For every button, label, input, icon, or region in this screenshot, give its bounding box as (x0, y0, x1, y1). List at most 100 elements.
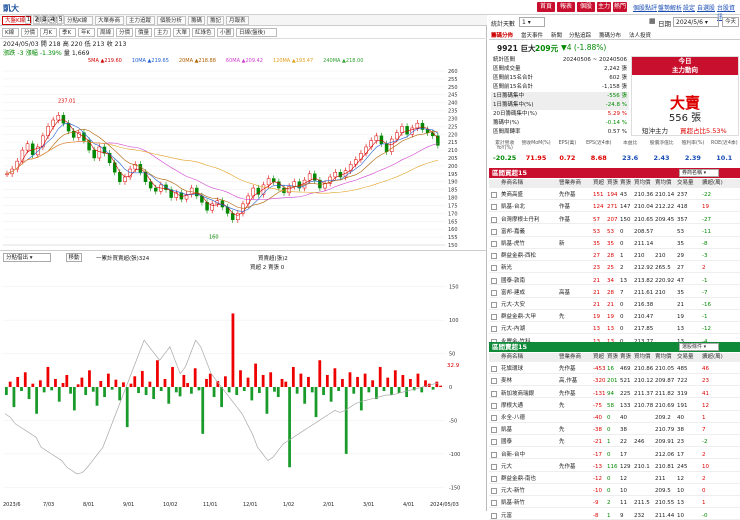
table-row[interactable]: 元大-內湖 13 13 0 217.85 13 -12 (489, 325, 740, 335)
chart-subtab-12[interactable]: 日線(盤後) (236, 28, 277, 37)
right-tab-0[interactable]: 籌碼分佈 (491, 31, 513, 39)
chart-subtab-9[interactable]: 大單 (173, 28, 190, 37)
row-checkbox[interactable] (491, 378, 497, 385)
table-row[interactable]: 新加坡商瑞銀 先作基 -131 94 225 211.37 211.82 319 41 (489, 390, 740, 399)
row-checkbox[interactable] (491, 277, 497, 284)
row-checkbox[interactable] (491, 216, 497, 223)
right-tab-1[interactable]: 當天事件 (521, 31, 543, 39)
chart-tab-5[interactable]: 個股分析 (157, 16, 186, 25)
table-row[interactable]: 新光 23 25 2 212.92 265.5 27 2 (489, 264, 740, 274)
table-row[interactable]: 花旗環球 先作基 -453 16 469 210.86 210.05 485 46 (489, 365, 740, 374)
row-checkbox[interactable] (491, 500, 497, 507)
link-review[interactable]: 個股點評 (633, 3, 657, 12)
row-checkbox[interactable] (491, 241, 497, 247)
row-checkbox[interactable] (491, 439, 497, 446)
table-row[interactable]: 元大-新竹 -10 0 10 209.5 10 0 (489, 487, 740, 496)
link-settings[interactable]: 設定 (683, 3, 695, 12)
table-row[interactable]: 凱基-新竹 -9 2 11 211.5 210.55 13 1 (489, 499, 740, 509)
sell-filter-select[interactable]: 選股條件 ▾ (679, 343, 719, 351)
chart-tab-4[interactable]: 主力追蹤 (126, 16, 155, 25)
table-row[interactable]: 國泰先 -21 1 22 246 209.91 23 -2 (489, 438, 740, 448)
page-2[interactable]: 2 (33, 15, 40, 24)
table-row[interactable]: 麥林 高,作基 -320 201 521 210.12 209.87 722 23 (489, 377, 740, 387)
hot-button[interactable]: 熱門 (613, 2, 627, 12)
link-watchlist[interactable]: 自選股 (697, 3, 715, 12)
page-5[interactable]: 5 (57, 15, 64, 24)
row-checkbox[interactable] (491, 427, 497, 434)
chart-subtab-8[interactable]: 主力 (154, 28, 171, 37)
chart-subtab-7[interactable]: 價量 (135, 28, 152, 37)
today-button[interactable]: 今天 (722, 17, 739, 27)
row-checkbox[interactable] (491, 512, 497, 519)
table-row[interactable]: 富邦-建成 高基 21 28 7 211.61 210 35 -7 (489, 289, 740, 298)
table-row[interactable]: 美商高盛 先作基 151 194 43 210.36 210.14 237 -22 (489, 191, 740, 200)
table-row[interactable]: 元富 -8 1 9 232 211.44 10 -0 (489, 512, 740, 520)
main-force-button[interactable]: 主力 (597, 2, 611, 12)
row-checkbox[interactable] (491, 402, 497, 409)
table-row[interactable]: 元大 先作基 -13 116 129 210.1 210.81 245 10 (489, 463, 740, 472)
right-tab-4[interactable]: 籌碼分布 (599, 31, 621, 39)
stat-days-select[interactable]: 1 ▾ (519, 17, 545, 27)
chart-subtab-2[interactable]: 月K (40, 28, 57, 37)
row-checkbox[interactable] (491, 390, 497, 397)
row-checkbox[interactable] (491, 476, 497, 482)
page-4[interactable]: 4 (49, 15, 56, 24)
date-input[interactable]: 2024/5/6 ▾ (673, 17, 719, 27)
chart-subtab-1[interactable]: 分價 (21, 28, 38, 37)
row-checkbox[interactable] (491, 415, 497, 421)
broker-select[interactable]: 分點借出 ▾ (3, 253, 51, 262)
buy-sort-select[interactable]: 券商名稱 ▾ (679, 169, 719, 177)
table-row[interactable]: 國泰-敦南 21 34 13 213.82 220.92 47 -1 (489, 277, 740, 286)
link-market[interactable]: 盤勢解析 (658, 3, 682, 12)
chart-subtab-5[interactable]: 周線 (97, 28, 114, 37)
chart-subtab-10[interactable]: 紅綠色 (192, 28, 215, 37)
report-button[interactable]: 報表 (557, 2, 575, 12)
row-checkbox[interactable] (491, 265, 497, 272)
page-3[interactable]: 3 (41, 15, 48, 24)
right-tab-5[interactable]: 法人投資 (629, 31, 651, 39)
row-checkbox[interactable] (491, 366, 497, 373)
table-row[interactable]: 凱基-台北 作基 124 271 147 210.04 212.22 418 19 (489, 203, 740, 213)
chart-subtab-11[interactable]: 小圖 (217, 28, 234, 37)
table-row[interactable]: 凱基-虎竹新 35 35 0 211.14 35 -8 (489, 240, 740, 249)
chart-tab-2[interactable]: 分點K線 (64, 16, 93, 25)
row-checkbox[interactable] (491, 451, 497, 458)
table-row[interactable]: 台新-台中 -17 0 17 212.06 17 2 (489, 451, 740, 460)
table-row[interactable]: 永全-八德 -40 0 40 209.2 40 1 (489, 414, 740, 423)
chart-subtab-6[interactable]: 分價 (116, 28, 133, 37)
chip-bar (405, 387, 409, 398)
chart-tab-8[interactable]: 月報表 (226, 16, 249, 25)
table-row[interactable]: 富邦-嘉義 53 53 0 208.57 53 -11 (489, 228, 740, 237)
right-tab-2[interactable]: 新聞 (551, 31, 562, 39)
table-row[interactable]: 元大-大安 21 21 0 216.38 21 -16 (489, 301, 740, 310)
table-row[interactable]: 群益金鼎-大甲先 19 19 0 210.47 19 -1 (489, 313, 740, 322)
row-checkbox[interactable] (491, 463, 497, 470)
row-checkbox[interactable] (491, 289, 497, 296)
table-row[interactable]: 凱基先 -38 0 38 210.79 38 7 (489, 426, 740, 435)
row-checkbox[interactable] (491, 488, 497, 495)
right-tab-3[interactable]: 分點追踪 (569, 31, 591, 39)
table-row[interactable]: 群益金鼎-南也 -12 0 12 211 12 2 (489, 475, 740, 484)
row-checkbox[interactable] (491, 228, 497, 235)
chart-tab-3[interactable]: 大單券商 (95, 16, 124, 25)
row-checkbox[interactable] (491, 253, 497, 260)
row-checkbox[interactable] (491, 192, 497, 199)
chart-subtab-4[interactable]: 年K (78, 28, 95, 37)
chart-tab-6[interactable]: 籌碼 (188, 16, 205, 25)
row-checkbox[interactable] (491, 314, 497, 321)
row-checkbox[interactable] (491, 326, 497, 333)
row-checkbox[interactable] (491, 204, 497, 211)
move-button[interactable]: 移動 (66, 253, 82, 262)
page-1[interactable]: 1 (25, 15, 32, 24)
table-row[interactable]: 台灣摩根士丹利 作基 57 207 150 210.65 209.45 357 -27 (489, 216, 740, 225)
chart-subtab-0[interactable]: K線 (2, 28, 19, 37)
chart-tab-7[interactable]: 籌記 (207, 16, 224, 25)
table-row[interactable]: 摩根大通先 -75 58 133 210.78 210.69 191 12 (489, 402, 740, 411)
row-checkbox[interactable] (491, 302, 497, 308)
chip-bar (307, 376, 310, 387)
chart-subtab-3[interactable]: 季K (59, 28, 76, 37)
stock-button[interactable]: 個股 (577, 2, 595, 12)
home-button[interactable]: 首頁 (537, 2, 555, 12)
calendar-icon[interactable]: ▦ (649, 17, 656, 25)
table-row[interactable]: 群益金鼎-西松 27 28 1 210 210 29 -3 (489, 252, 740, 261)
